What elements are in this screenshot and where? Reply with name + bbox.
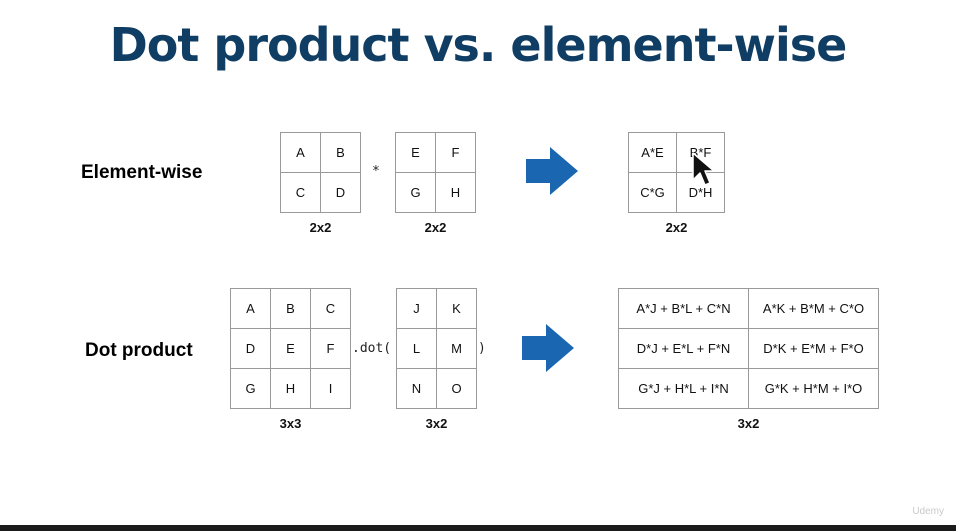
elementwise-result-dim: 2x2 <box>665 220 688 235</box>
matrix-cell: A <box>231 289 271 329</box>
matrix-cell: B <box>321 133 361 173</box>
matrix-cell: G <box>231 369 271 409</box>
elementwise-matrix-b: E F G H <box>395 132 476 213</box>
matrix-cell: H <box>436 173 476 213</box>
dotproduct-matrix-b-dim: 3x2 <box>425 416 448 431</box>
matrix-cell: K <box>437 289 477 329</box>
matrix-cell: G*K + H*M + I*O <box>749 369 879 409</box>
elementwise-matrix-b-dim: 2x2 <box>424 220 447 235</box>
matrix-cell: I <box>311 369 351 409</box>
matrix-cell: C*G <box>629 173 677 213</box>
multiply-operator: * <box>372 164 380 179</box>
matrix-cell: G*J + H*L + I*N <box>619 369 749 409</box>
matrix-cell: A*E <box>629 133 677 173</box>
right-arrow-icon <box>526 147 578 195</box>
slide-title: Dot product vs. element-wise <box>109 18 848 72</box>
matrix-cell: F <box>311 329 351 369</box>
matrix-cell: N <box>397 369 437 409</box>
dot-operator-close: ) <box>478 341 486 356</box>
matrix-cell: A*J + B*L + C*N <box>619 289 749 329</box>
dotproduct-matrix-a: A B C D E F G H I <box>230 288 351 409</box>
matrix-cell: H <box>271 369 311 409</box>
dotproduct-label: Dot product <box>85 340 193 361</box>
elementwise-matrix-a: A B C D <box>280 132 361 213</box>
matrix-cell: L <box>397 329 437 369</box>
matrix-cell: D <box>231 329 271 369</box>
matrix-cell: C <box>311 289 351 329</box>
mouse-pointer-icon <box>692 152 715 186</box>
video-progress-bar <box>0 525 956 531</box>
matrix-cell: O <box>437 369 477 409</box>
matrix-cell: B <box>271 289 311 329</box>
matrix-cell: D <box>321 173 361 213</box>
matrix-cell: A*K + B*M + C*O <box>749 289 879 329</box>
elementwise-matrix-a-dim: 2x2 <box>309 220 332 235</box>
right-arrow-icon <box>522 324 574 372</box>
matrix-cell: G <box>396 173 436 213</box>
matrix-cell: F <box>436 133 476 173</box>
matrix-cell: E <box>271 329 311 369</box>
dotproduct-result-matrix: A*J + B*L + C*N A*K + B*M + C*O D*J + E*… <box>618 288 879 409</box>
elementwise-label: Element-wise <box>81 162 203 183</box>
matrix-cell: D*J + E*L + F*N <box>619 329 749 369</box>
matrix-cell: D*K + E*M + F*O <box>749 329 879 369</box>
matrix-cell: C <box>281 173 321 213</box>
udemy-watermark: Udemy <box>912 506 944 517</box>
dot-operator-open: .dot( <box>352 341 392 356</box>
matrix-cell: M <box>437 329 477 369</box>
matrix-cell: J <box>397 289 437 329</box>
dotproduct-result-dim: 3x2 <box>737 416 760 431</box>
dotproduct-matrix-b: J K L M N O <box>396 288 477 409</box>
matrix-cell: E <box>396 133 436 173</box>
matrix-cell: A <box>281 133 321 173</box>
dotproduct-matrix-a-dim: 3x3 <box>279 416 302 431</box>
